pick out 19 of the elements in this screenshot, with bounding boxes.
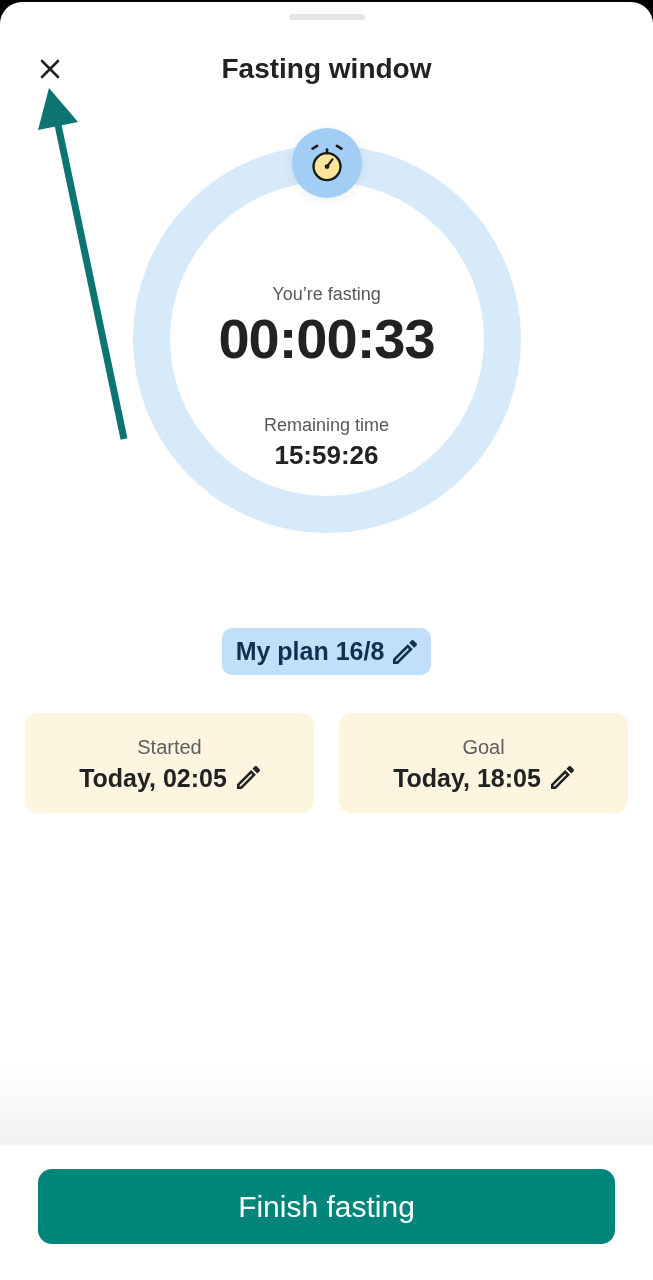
- plan-button[interactable]: My plan 16/8: [221, 628, 432, 675]
- time-card[interactable]: Started Today, 02:05: [25, 713, 314, 813]
- pencil-icon: [236, 766, 260, 789]
- time-value: Today, 18:05: [393, 763, 541, 792]
- pencil-icon: [393, 639, 418, 664]
- time-label: Started: [137, 734, 202, 759]
- time-card[interactable]: Goal Today, 18:05: [339, 713, 628, 813]
- time-label: Goal: [462, 734, 505, 759]
- drag-handle[interactable]: [288, 14, 365, 20]
- remaining-time: 15:59:26: [274, 441, 379, 469]
- status-label: You’re fasting: [272, 283, 381, 305]
- time-value: Today, 02:05: [79, 763, 227, 792]
- sheet-title: Fasting window: [220, 53, 433, 85]
- elapsed-time: 00:00:33: [218, 311, 435, 367]
- remaining-label: Remaining time: [263, 414, 389, 436]
- stopwatch-icon: [308, 143, 345, 183]
- finish-button[interactable]: Finish fasting: [38, 1169, 615, 1244]
- close-icon: [40, 59, 60, 79]
- pencil-icon: [550, 766, 574, 789]
